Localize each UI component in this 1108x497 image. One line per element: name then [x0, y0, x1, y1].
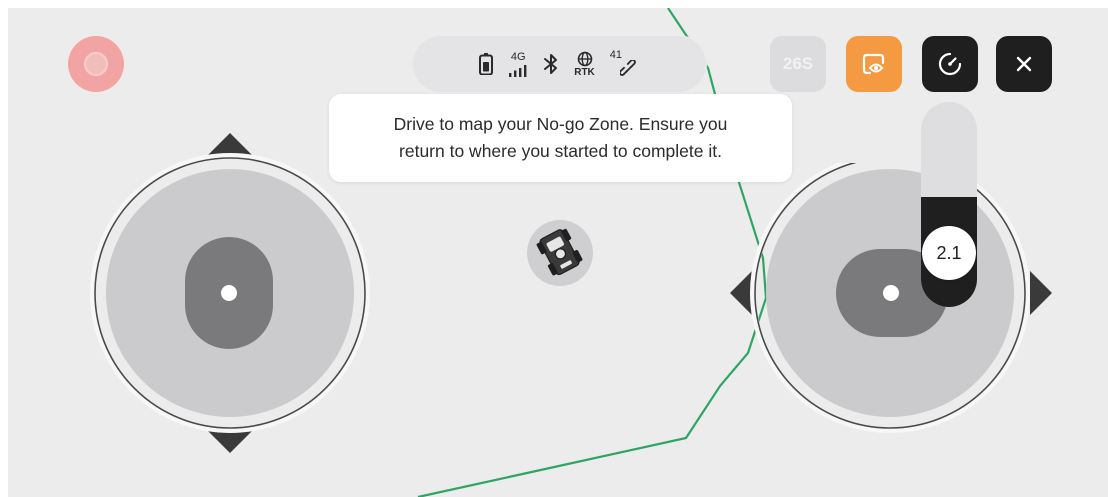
timer-button[interactable]: 26S	[770, 36, 826, 92]
speed-value: 2.1	[936, 242, 962, 263]
speed-slider-handle[interactable]: 2.1	[922, 226, 976, 280]
joystick-center-dot	[221, 285, 237, 301]
joystick-right-arrow	[1030, 271, 1052, 315]
joystick-center-dot	[883, 285, 899, 301]
map-view-icon	[862, 53, 885, 75]
battery-icon	[479, 47, 494, 81]
tooltip-line-2: return to where you started to complete …	[399, 141, 722, 161]
speedometer-icon	[938, 52, 962, 76]
right-joystick[interactable]	[730, 163, 1052, 448]
mapping-screen: 4G RTK 41 26S Drive to map your No-go Zo…	[8, 8, 1108, 497]
globe-icon	[577, 51, 592, 66]
record-button[interactable]	[68, 36, 124, 92]
joystick-up-arrow	[208, 133, 252, 155]
close-button[interactable]	[996, 36, 1052, 92]
network-indicator: 4G	[508, 47, 528, 81]
record-icon	[84, 52, 108, 76]
speed-slider[interactable]: 2.1	[921, 102, 977, 307]
speed-button[interactable]	[922, 36, 978, 92]
rtk-label: RTK	[574, 66, 595, 78]
mower-icon	[536, 228, 583, 276]
mower-position-marker	[527, 220, 593, 286]
network-label: 4G	[510, 50, 526, 63]
joystick-left-arrow	[730, 271, 752, 315]
satellite-link-icon	[619, 60, 636, 76]
joystick-down-arrow	[208, 431, 252, 453]
status-bar: 4G RTK 41	[413, 36, 706, 92]
timer-label: 26S	[782, 54, 814, 73]
map-view-button[interactable]	[846, 36, 902, 92]
rtk-indicator: RTK	[574, 47, 595, 81]
bluetooth-icon	[543, 47, 559, 81]
signal-bars-icon	[509, 64, 527, 77]
satellite-indicator: 41	[610, 47, 640, 81]
left-joystick[interactable]	[90, 133, 370, 453]
instruction-tooltip: Drive to map your No-go Zone. Ensure you…	[329, 94, 792, 182]
tooltip-line-1: Drive to map your No-go Zone. Ensure you	[393, 114, 728, 134]
close-icon	[1016, 56, 1032, 72]
